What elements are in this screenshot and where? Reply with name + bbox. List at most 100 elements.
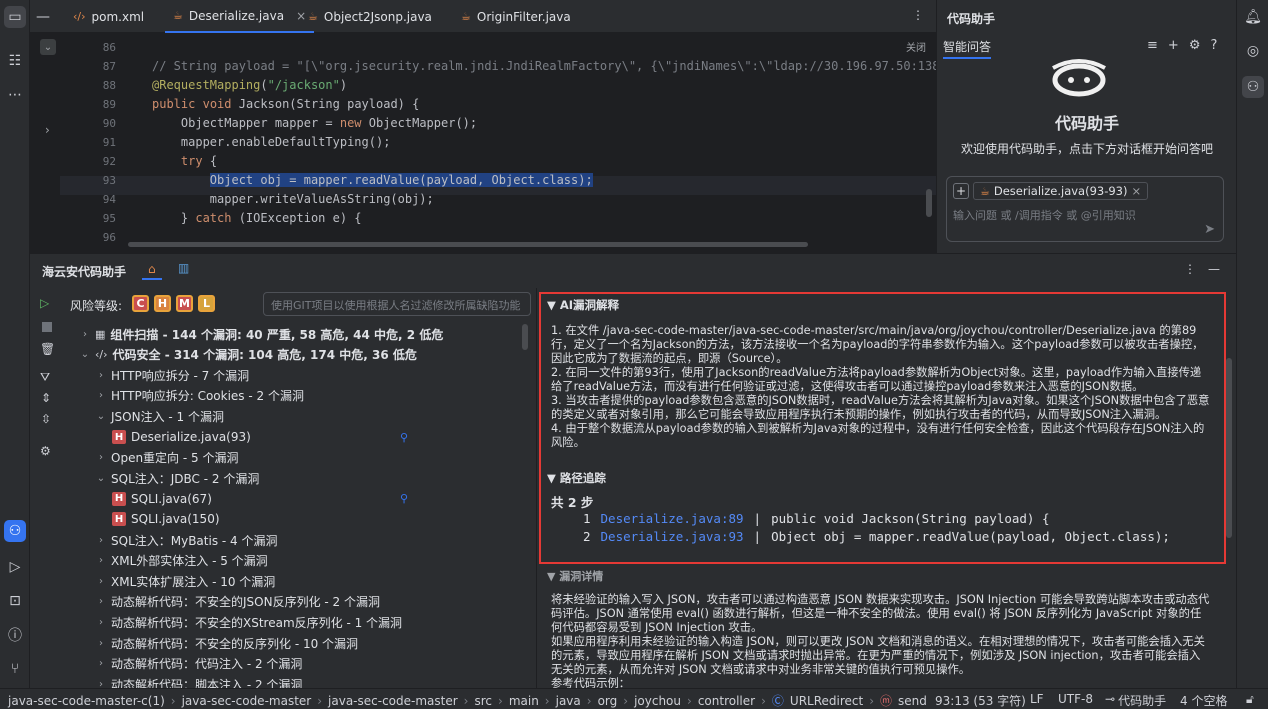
ai-chat-icon[interactable]: ◎ xyxy=(1242,40,1264,62)
chevron-right-icon[interactable]: › xyxy=(80,329,90,340)
tree-category[interactable]: › SQL注入：MyBatis - 4 个漏洞 xyxy=(96,530,278,550)
caret-position[interactable]: 93:13 (53 字符) xyxy=(935,692,1026,709)
options-icon[interactable]: ⋮ xyxy=(1184,262,1196,276)
tree-category[interactable]: › 动态解析代码：不安全的反序列化 - 10 个漏洞 xyxy=(96,633,358,653)
breadcrumb-item[interactable]: java-sec-code-master-c(1) xyxy=(8,694,165,708)
tree-file-item[interactable]: H Deserialize.java(93) ⚲ xyxy=(76,427,509,447)
chevron-right-icon[interactable]: › xyxy=(96,576,106,587)
chevron-right-icon[interactable]: › xyxy=(96,370,106,381)
breadcrumb-item[interactable]: java-sec-code-master xyxy=(328,694,458,708)
minimize-icon[interactable]: — xyxy=(32,6,54,28)
chevron-down-icon[interactable]: ⌄ xyxy=(80,349,90,360)
chevron-right-icon[interactable]: › xyxy=(96,658,106,669)
vertical-scrollbar[interactable] xyxy=(926,189,932,217)
problems-icon[interactable]: ⓘ xyxy=(4,624,26,646)
chevron-down-icon[interactable]: ⌄ xyxy=(96,411,106,422)
tree-category[interactable]: › HTTP响应拆分: Cookies - 2 个漏洞 xyxy=(96,386,304,406)
tree-category[interactable]: › Open重定向 - 5 个漏洞 xyxy=(96,448,238,468)
chat-input-box[interactable]: + ☕ Deserialize.java(93-93) × 输入问题 或 /调用… xyxy=(946,176,1224,242)
breadcrumb-item[interactable]: URLRedirect xyxy=(790,694,863,708)
horizontal-scrollbar[interactable] xyxy=(128,242,808,247)
tree-category[interactable]: › ▦ 组件扫描 - 144 个漏洞: 40 严重, 58 高危, 44 中危, 2… xyxy=(80,324,443,344)
notifications-icon[interactable]: 🔔︎ xyxy=(1242,6,1264,28)
structure-icon[interactable]: ☷ xyxy=(4,50,26,72)
detail-scrollbar[interactable] xyxy=(1226,358,1232,538)
tree-category[interactable]: ⌄ ‹/› 代码安全 - 314 个漏洞: 104 高危, 174 中危, 36 低… xyxy=(80,345,417,365)
vuln-detail-title[interactable]: ▼ 漏洞详情 xyxy=(547,568,603,584)
ai-explanation-title[interactable]: ▼ AI漏洞解释 xyxy=(547,297,619,313)
tree-scrollbar[interactable] xyxy=(522,324,528,350)
add-context-icon[interactable]: + xyxy=(953,183,969,199)
home-tab-icon[interactable]: ⌂ xyxy=(142,260,162,280)
tab-originfilter-java[interactable]: ☕ OriginFilter.java xyxy=(453,0,579,33)
assistant-status[interactable]: ⊸ 代码助手 xyxy=(1105,692,1166,709)
file-encoding[interactable]: UTF-8 xyxy=(1058,692,1093,706)
gear-icon[interactable]: ⚙ xyxy=(1189,38,1201,53)
breadcrumb-item[interactable]: src xyxy=(474,694,492,708)
ai-fix-icon[interactable]: ⚲ xyxy=(400,431,408,444)
tree-category[interactable]: › 动态解析代码：代码注入 - 2 个漏洞 xyxy=(96,654,302,674)
breadcrumb-item[interactable]: java xyxy=(556,694,581,708)
more-tabs-icon[interactable]: ⋮ xyxy=(912,8,924,22)
add-icon[interactable]: + xyxy=(1168,38,1179,53)
tab-deserialize-java[interactable]: ☕ Deserialize.java × xyxy=(165,0,315,33)
ai-fix-icon[interactable]: ⚲ xyxy=(400,492,408,505)
close-icon[interactable]: × xyxy=(1131,184,1141,198)
breadcrumb-item[interactable]: joychou xyxy=(634,694,681,708)
breadcrumb-item[interactable]: send xyxy=(898,694,927,708)
security-assistant-icon[interactable]: ⚇ xyxy=(4,520,26,542)
git-icon[interactable]: ⑂ xyxy=(4,658,26,680)
tree-file-item[interactable]: H SQLI.java(150) xyxy=(112,509,220,529)
help-icon[interactable]: ? xyxy=(1210,38,1217,53)
tree-file-item[interactable]: H SQLI.java(67) ⚲ xyxy=(112,489,408,509)
assistant-icon[interactable]: ⚇ xyxy=(1242,76,1264,98)
tab-object2jsonp-java[interactable]: ☕ Object2Jsonp.java xyxy=(300,0,440,33)
chevron-down-icon[interactable]: ⌄ xyxy=(96,473,106,484)
more-icon[interactable]: ⋯ xyxy=(4,84,26,106)
trace-step-link[interactable]: Deserialize.java:93 xyxy=(601,529,744,544)
tree-category[interactable]: › XML实体扩展注入 - 10 个漏洞 xyxy=(96,571,275,591)
terminal-icon[interactable]: ⊡ xyxy=(4,590,26,612)
lock-icon[interactable]: 🔓︎ xyxy=(1246,692,1254,707)
history-icon[interactable]: ≡ xyxy=(1147,38,1158,53)
risk-filter-h[interactable]: H xyxy=(154,295,171,312)
code-editor[interactable]: ⌄ › 关闭 86 87 // String payload = "[\"org.j… xyxy=(30,33,990,253)
tree-category[interactable]: › HTTP响应拆分 - 7 个漏洞 xyxy=(96,365,249,385)
breadcrumb-item[interactable]: org xyxy=(598,694,618,708)
breadcrumb-item[interactable]: controller xyxy=(698,694,755,708)
breadcrumb-item[interactable]: java-sec-code-master xyxy=(182,694,312,708)
chat-input-placeholder[interactable]: 输入问题 或 /调用指令 或 @引用知识 xyxy=(953,207,1136,223)
trace-step-link[interactable]: Deserialize.java:89 xyxy=(601,511,744,526)
expand-arrow-icon[interactable]: › xyxy=(45,123,50,137)
indent-setting[interactable]: 4 个空格 xyxy=(1180,692,1227,709)
line-separator[interactable]: LF xyxy=(1030,692,1044,706)
chevron-right-icon[interactable]: › xyxy=(96,617,106,628)
risk-filter-l[interactable]: L xyxy=(198,295,215,312)
chevron-right-icon[interactable]: › xyxy=(96,596,106,607)
chevron-right-icon[interactable]: › xyxy=(96,535,106,546)
context-chip[interactable]: ☕ Deserialize.java(93-93) × xyxy=(973,182,1149,200)
chevron-right-icon[interactable]: › xyxy=(96,452,106,463)
send-icon[interactable]: ➤ xyxy=(1204,222,1215,237)
chevron-right-icon[interactable]: › xyxy=(96,638,106,649)
tab-pom-xml[interactable]: ‹/› pom.xml xyxy=(65,0,152,33)
tree-category[interactable]: ⌄ JSON注入 - 1 个漏洞 xyxy=(96,406,224,426)
tree-category[interactable]: › 动态解析代码：脚本注入 - 2 个漏洞 xyxy=(96,674,302,689)
tab-smart-qa[interactable]: 智能问答 xyxy=(943,38,992,59)
tree-category[interactable]: ⌄ SQL注入：JDBC - 2 个漏洞 xyxy=(96,468,260,488)
path-trace-title[interactable]: ▼ 路径追踪 xyxy=(547,470,606,486)
run-icon[interactable]: ▷ xyxy=(4,556,26,578)
chevron-right-icon[interactable]: › xyxy=(96,555,106,566)
close-hint[interactable]: 关闭 xyxy=(906,39,926,54)
collapse-icon[interactable]: ⌄ xyxy=(40,39,56,55)
tree-category[interactable]: › 动态解析代码：不安全的JSON反序列化 - 2 个漏洞 xyxy=(96,592,380,612)
hide-icon[interactable]: — xyxy=(1208,262,1220,276)
tree-category[interactable]: › XML外部实体注入 - 5 个漏洞 xyxy=(96,551,268,571)
chart-tab-icon[interactable]: ▥ xyxy=(178,261,189,275)
chevron-right-icon[interactable]: › xyxy=(96,390,106,401)
risk-filter-m[interactable]: M xyxy=(176,295,193,312)
tree-category[interactable]: › 动态解析代码：不安全的XStream反序列化 - 1 个漏洞 xyxy=(96,612,402,632)
git-filter-input[interactable]: 使用GIT项目以使用根据人名过滤修改所属缺陷功能 xyxy=(263,292,531,316)
risk-filter-c[interactable]: C xyxy=(132,295,149,312)
breadcrumb-item[interactable]: main xyxy=(509,694,539,708)
